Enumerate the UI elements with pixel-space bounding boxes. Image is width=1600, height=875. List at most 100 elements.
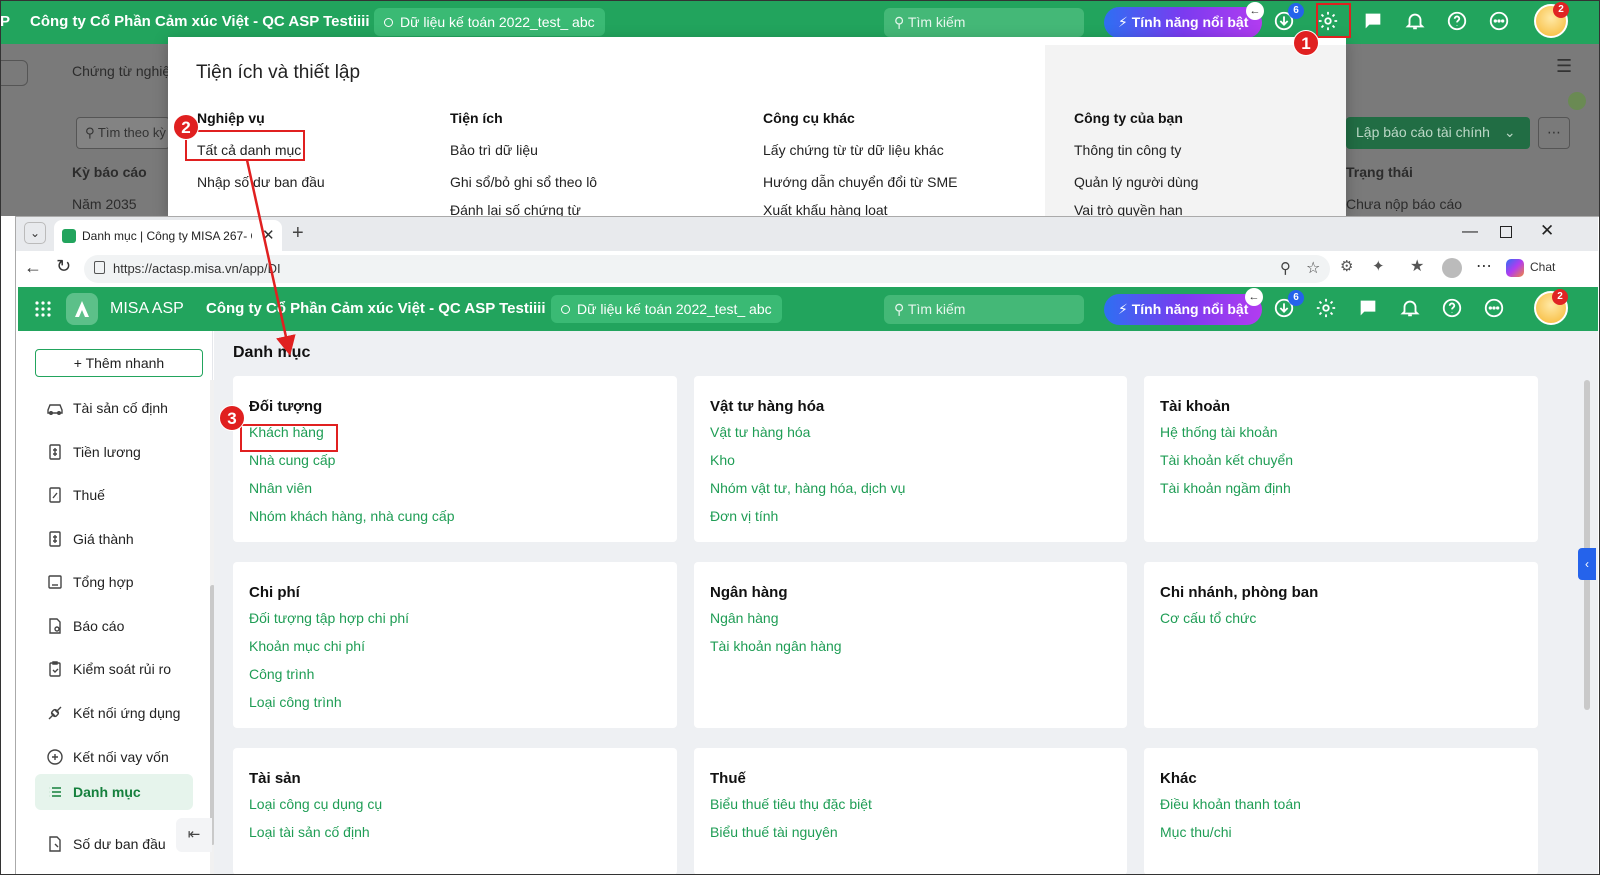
collapse-arrow-icon[interactable]: ← [1245,288,1263,306]
quick-add-button[interactable]: + Thêm nhanh [35,349,203,377]
chat-label[interactable]: Chat [1530,260,1555,274]
popup-item-company-info[interactable]: Thông tin công ty [1074,142,1181,158]
zoom-icon[interactable]: ⚲ [1280,259,1291,277]
more-circle-icon[interactable] [1487,10,1511,34]
link-income-expense-items[interactable]: Mục thu/chi [1160,824,1232,840]
star-icon[interactable]: ☆ [1306,258,1320,278]
popup-item-sme-conversion[interactable]: Hướng dẫn chuyển đổi từ SME [763,174,957,190]
back-arrow-icon[interactable]: ← [24,257,42,278]
link-projects[interactable]: Công trình [249,666,314,682]
card-title: Chi phí [249,584,300,601]
profile-icon[interactable] [1442,258,1462,278]
content-scrollbar-thumb[interactable] [1584,380,1590,710]
link-cost-items[interactable]: Khoản mục chi phí [249,638,365,654]
link-org-structure[interactable]: Cơ cấu tổ chức [1160,610,1256,626]
link-materials-goods[interactable]: Vật tư hàng hóa [710,424,810,440]
help-icon[interactable] [1440,297,1464,321]
bell-icon[interactable] [1403,10,1427,34]
browser-tab-active[interactable]: Danh mục | Công ty MISA 267- QC ✕ [54,220,282,251]
link-warehouse[interactable]: Kho [710,452,735,468]
popup-item-opening-balance[interactable]: Nhập số dư ban đầu [197,174,325,190]
tab-list-chevron-icon[interactable]: ⌄ [24,222,46,244]
lightning-icon: ⚡ [1118,14,1128,30]
minimize-icon[interactable]: — [1462,223,1478,241]
side-panel-chevron-icon[interactable]: ‹ [1578,548,1596,580]
link-customer-supplier-groups[interactable]: Nhóm khách hàng, nhà cung cấp [249,508,454,524]
popup-item-data-maintenance[interactable]: Bảo trì dữ liệu [450,142,538,158]
help-icon[interactable] [1445,10,1469,34]
feature-label: Tính năng nổi bật [1131,301,1249,317]
popup-item-renumber[interactable]: Đánh lại số chứng từ [450,204,581,216]
popup-item-bulk-export[interactable]: Xuất khẩu hàng loạt [763,204,888,216]
popup-item-roles[interactable]: Vai trò quyền hạn [1074,204,1183,216]
bg-search-input[interactable]: ⚲ Tìm kiếm [884,8,1084,37]
bg-report-label: Lập báo cáo tài chính [1356,124,1490,140]
puzzle-icon[interactable]: ✦ [1372,257,1385,275]
feature-button[interactable]: ⚡ Tính năng nổi bật [1104,294,1263,325]
copilot-icon[interactable] [1506,259,1524,277]
sidebar-item-reports[interactable]: Báo cáo [46,608,196,644]
extension-icon[interactable]: ⚙ [1340,257,1353,275]
new-tab-icon[interactable]: + [292,222,304,245]
database-selector[interactable]: Dữ liệu kế toán 2022_test_ abc [551,295,782,323]
more-horizontal-icon[interactable]: ⋯ [1476,256,1492,276]
sidebar-item-loan-connect[interactable]: Kết nối vay vốn [46,739,196,775]
link-suppliers[interactable]: Nhà cung cấp [249,452,335,468]
sidebar-item-cost[interactable]: Giá thành [46,521,196,557]
link-fixed-asset-types[interactable]: Loại tài sản cố định [249,824,370,840]
link-default-accounts[interactable]: Tài khoản ngầm định [1160,480,1291,496]
link-units[interactable]: Đơn vị tính [710,508,778,524]
link-special-consumption-tax[interactable]: Biểu thuế tiêu thụ đặc biệt [710,796,872,812]
bg-feature-button[interactable]: ⚡ Tính năng nổi bật [1104,7,1263,38]
download-count-badge: 6 [1288,3,1304,19]
link-goods-groups[interactable]: Nhóm vật tư, hàng hóa, dịch vụ [710,480,905,496]
close-window-icon[interactable]: ✕ [1540,221,1554,241]
sidebar-item-categories[interactable]: Danh mục [35,774,193,810]
more-circle-icon[interactable] [1482,297,1506,321]
sidebar-item-app-connect[interactable]: Kết nối ứng dụng [46,695,196,731]
sidebar-item-tax[interactable]: Thuế [46,477,196,513]
sidebar-item-opening-balance[interactable]: Số dư ban đầu [46,826,196,862]
link-tool-types[interactable]: Loại công cụ dụng cụ [249,796,382,812]
chat-bubble-icon[interactable] [1361,10,1385,34]
app-grid-icon[interactable] [34,300,52,318]
maximize-icon[interactable] [1500,226,1512,238]
reload-icon[interactable]: ↻ [56,256,71,277]
popup-item-user-management[interactable]: Quản lý người dùng [1074,174,1198,190]
link-resource-tax[interactable]: Biểu thuế tài nguyên [710,824,838,840]
loan-icon [46,748,64,766]
link-cost-objects[interactable]: Đối tượng tập hợp chi phí [249,610,409,626]
sidebar-item-salary[interactable]: Tiền lương [46,434,196,470]
chevron-down-icon: ⌄ [1503,124,1516,140]
popup-item-import-other-data[interactable]: Lấy chứng từ từ dữ liệu khác [763,142,944,158]
link-transfer-accounts[interactable]: Tài khoản kết chuyển [1160,452,1293,468]
bg-database-selector[interactable]: Dữ liệu kế toán 2022_test_ abc [374,8,605,36]
sidebar-item-fixed-assets[interactable]: Tài sản cố định [46,390,196,426]
link-bank-accounts[interactable]: Tài khoản ngân hàng [710,638,842,654]
bg-company-name[interactable]: Công ty Cổ Phần Cảm xúc Việt - QC ASP Te… [30,13,370,30]
link-banks[interactable]: Ngân hàng [710,610,779,626]
lightbulb-icon [1568,92,1586,110]
collapse-arrow-icon[interactable]: ← [1246,2,1264,20]
favorites-icon[interactable]: ★ [1410,256,1424,276]
link-project-types[interactable]: Loại công trình [249,694,342,710]
close-tab-icon[interactable]: ✕ [262,226,275,244]
bell-icon[interactable] [1398,297,1422,321]
search-icon: ⚲ [894,301,905,317]
gear-icon[interactable] [1314,297,1338,321]
app-company-name[interactable]: Công ty Cổ Phần Cảm xúc Việt - QC ASP Te… [206,300,546,317]
search-input[interactable]: ⚲ Tìm kiếm [884,295,1084,324]
url-field[interactable]: https://actasp.misa.vn/app/DI ⚲ ☆ [84,255,1330,283]
link-employees[interactable]: Nhân viên [249,480,312,496]
link-payment-terms[interactable]: Điều khoản thanh toán [1160,796,1301,812]
collapse-sidebar-icon[interactable]: ⇤ [176,818,212,852]
sidebar-item-risk-control[interactable]: Kiểm soát rủi ro [46,651,196,687]
sidebar-item-summary[interactable]: Tổng hợp [46,564,196,600]
link-account-system[interactable]: Hệ thống tài khoản [1160,424,1278,440]
sidebar-label: Giá thành [73,531,134,547]
report-icon [46,617,64,635]
cost-icon [46,530,64,548]
search-placeholder: Tìm kiếm [907,301,966,317]
popup-item-batch-posting[interactable]: Ghi sổ/bỏ ghi sổ theo lô [450,174,597,190]
chat-bubble-icon[interactable] [1356,297,1380,321]
